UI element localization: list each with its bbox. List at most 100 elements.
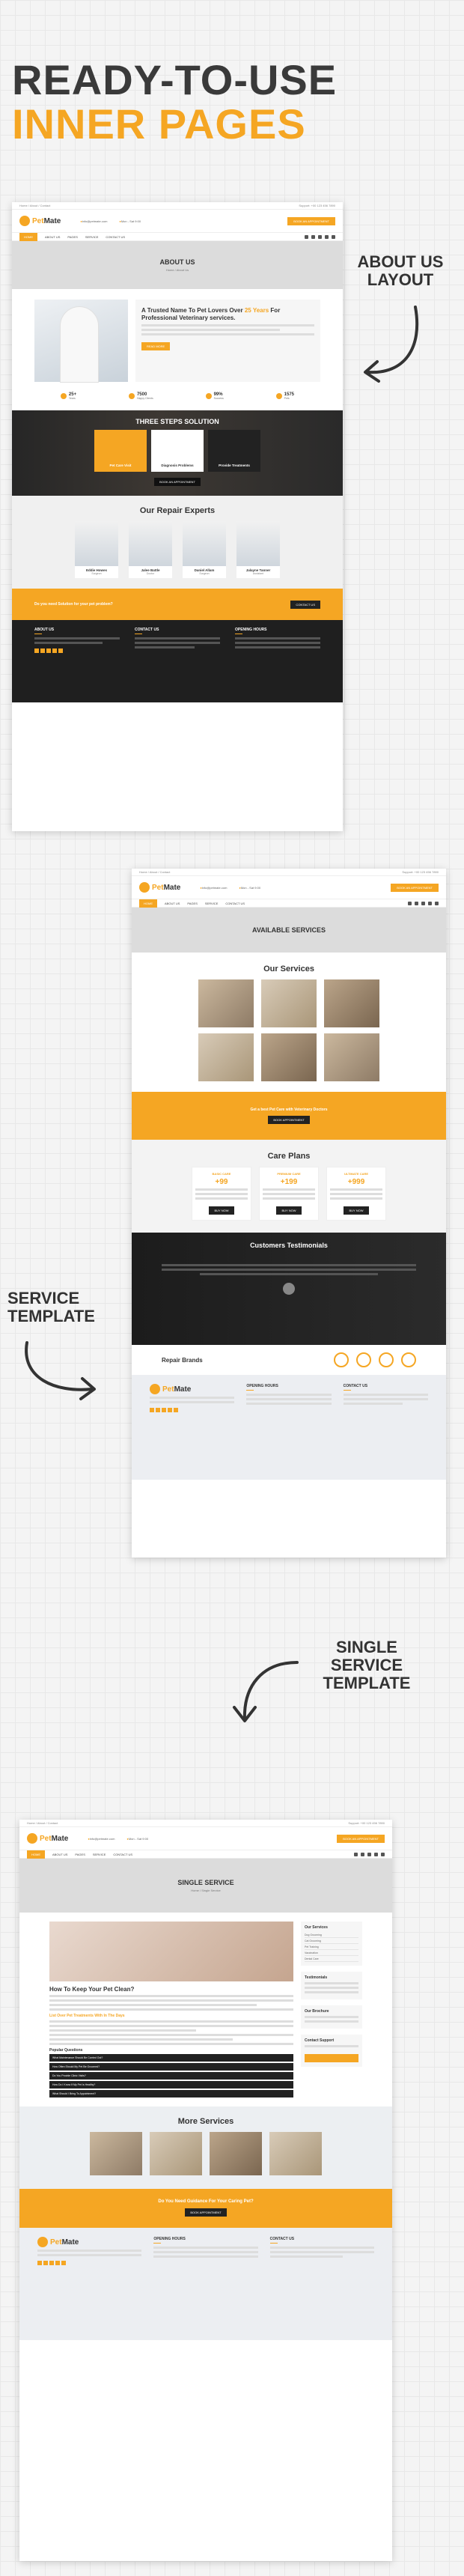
expert-card[interactable]: Daniel Allam Surgeon bbox=[183, 521, 226, 578]
faq-item[interactable]: Do You Provide Clinic Visits? bbox=[49, 2072, 293, 2080]
three-steps-section: THREE STEPS SOLUTION Pet Care Visit Diag… bbox=[12, 410, 343, 496]
care-plans-section: Care Plans BASIC CARE +99 BUY NOW PREMIUM … bbox=[132, 1140, 446, 1233]
curved-arrow-icon bbox=[233, 1661, 299, 1722]
read-more-button[interactable]: READ MORE bbox=[141, 342, 171, 350]
header-cta-button[interactable]: BOOK AN APPOINTMENT bbox=[337, 1834, 385, 1843]
nav-item-about[interactable]: ABOUT US bbox=[45, 235, 60, 239]
page-heading-band: AVAILABLE SERVICES bbox=[132, 908, 446, 953]
stat-item: 7500 Happy Clients bbox=[128, 392, 153, 400]
top-bar: Home / About / Contact Support: +00 123 4… bbox=[12, 202, 343, 210]
social-icons[interactable] bbox=[354, 1852, 385, 1856]
single-service-label: SINGLE SERVICE TEMPLATE bbox=[323, 1638, 411, 1693]
nav-item-contact[interactable]: CONTACT US bbox=[106, 235, 125, 239]
header-cta-button[interactable]: BOOK AN APPOINTMENT bbox=[391, 883, 439, 892]
buy-now-button[interactable]: BUY NOW bbox=[276, 1206, 302, 1215]
testimonials-title: Customers Testimonials bbox=[250, 1242, 328, 1249]
service-card-image[interactable] bbox=[90, 2132, 142, 2175]
site-header: PetMate info@petmate.comMon - Sat 9:00 B… bbox=[19, 1827, 392, 1850]
service-card-image[interactable] bbox=[198, 979, 254, 1027]
service-card-image[interactable] bbox=[198, 1033, 254, 1081]
service-banner-button[interactable]: BOOK APPOINTMENT bbox=[268, 1116, 310, 1124]
cta-band: Do you need Solution for your pet proble… bbox=[12, 589, 343, 620]
page-heading-band: ABOUT US Home / About Us bbox=[12, 241, 343, 289]
nav-item-home[interactable]: HOME bbox=[139, 899, 157, 908]
article-heading: How To Keep Your Pet Clean? bbox=[49, 1986, 135, 1993]
expert-card[interactable]: Eddie Howes Surgeon bbox=[75, 521, 118, 578]
stat-item: 1575 Pets bbox=[275, 392, 294, 400]
nav-item-home[interactable]: HOME bbox=[19, 232, 37, 241]
top-bar: Home / About / Contact Support: +00 123 4… bbox=[19, 1820, 392, 1827]
faq-item[interactable]: What Maintenance Should Be Carried Out? bbox=[49, 2054, 293, 2062]
page-title: SINGLE SERVICE bbox=[177, 1879, 234, 1886]
article-subheading: List Over Pet Treatments With In The Day… bbox=[49, 2014, 125, 2018]
header-cta-button[interactable]: BOOK AN APPOINTMENT bbox=[287, 216, 335, 225]
about-intro: A Trusted Name To Pet Lovers Over 25 Yea… bbox=[12, 289, 343, 386]
sidebar-link[interactable]: Cat Grooming bbox=[305, 1938, 358, 1944]
nav-item-pages[interactable]: PAGES bbox=[187, 902, 198, 905]
nav-item-service[interactable]: SERVICE bbox=[205, 902, 219, 905]
nav-item-about[interactable]: ABOUT US bbox=[165, 902, 180, 905]
sidebar-link[interactable]: Dental Care bbox=[305, 1956, 358, 1962]
service-card-image[interactable] bbox=[324, 1033, 379, 1081]
service-card-image[interactable] bbox=[150, 2132, 202, 2175]
faq-item[interactable]: What Should I Bring To Appointment? bbox=[49, 2090, 293, 2097]
buy-now-button[interactable]: BUY NOW bbox=[344, 1206, 369, 1215]
nav-item-pages[interactable]: PAGES bbox=[67, 235, 78, 239]
brands-title: Repair Brands bbox=[162, 1356, 203, 1364]
cta-band-title: Do You Need Guidance For Your Caring Pet… bbox=[158, 2199, 254, 2204]
expert-card[interactable]: Jalee Battle Doctor bbox=[129, 521, 172, 578]
site-logo[interactable]: PetMate bbox=[27, 1833, 68, 1844]
faq-heading: Popular Questions bbox=[49, 2048, 83, 2053]
single-service-content: How To Keep Your Pet Clean? List Over Pe… bbox=[19, 1913, 392, 2106]
social-icons[interactable] bbox=[305, 234, 335, 239]
site-logo[interactable]: PetMate bbox=[139, 882, 180, 893]
steps-title: THREE STEPS SOLUTION bbox=[135, 418, 219, 425]
header-contacts: info@petmate.comMon - Sat 9:00 bbox=[186, 886, 385, 890]
service-hero-image bbox=[49, 1922, 293, 1981]
sidebar-link[interactable]: Vaccination bbox=[305, 1950, 358, 1956]
cta-band-button[interactable]: CONTACT US bbox=[290, 600, 320, 609]
site-logo[interactable]: PetMate bbox=[19, 216, 61, 226]
nav-item-contact[interactable]: CONTACT US bbox=[113, 1853, 132, 1856]
nav-item-service[interactable]: SERVICE bbox=[93, 1853, 106, 1856]
service-card-image[interactable] bbox=[269, 2132, 322, 2175]
service-card-image[interactable] bbox=[210, 2132, 262, 2175]
top-bar: Home / About / Contact Support: +00 123 4… bbox=[132, 869, 446, 876]
social-icons[interactable] bbox=[408, 901, 439, 905]
breadcrumb[interactable]: Home / About Us bbox=[166, 268, 189, 272]
service-card-image[interactable] bbox=[261, 979, 317, 1027]
steps-cta-button[interactable]: BOOK AN APPOINTMENT bbox=[154, 478, 201, 486]
stat-item: 99% Success bbox=[205, 392, 224, 400]
more-services-section: More Services bbox=[19, 2106, 392, 2189]
nav-item-about[interactable]: ABOUT US bbox=[52, 1853, 67, 1856]
nav-item-contact[interactable]: CONTACT US bbox=[225, 902, 245, 905]
sidebar-link[interactable]: Dog Grooming bbox=[305, 1932, 358, 1938]
about-text-box: A Trusted Name To Pet Lovers Over 25 Yea… bbox=[135, 300, 320, 382]
step-card: Pet Care Visit bbox=[94, 430, 147, 472]
service-card-image[interactable] bbox=[324, 979, 379, 1027]
header-contacts: info@petmate.comMon - Sat 9:00 bbox=[74, 1837, 331, 1841]
faq-item[interactable]: How Often Should My Pet Be Groomed? bbox=[49, 2063, 293, 2071]
nav-item-pages[interactable]: PAGES bbox=[75, 1853, 85, 1856]
sidebar: Our Services Dog Grooming Cat Grooming P… bbox=[301, 1922, 362, 2097]
curved-arrow-icon bbox=[25, 1341, 96, 1400]
plan-card: BASIC CARE +99 BUY NOW bbox=[192, 1167, 251, 1221]
stat-item: 25+ Years bbox=[60, 392, 76, 400]
main-nav: HOME ABOUT US PAGES SERVICE CONTACT US bbox=[132, 899, 446, 908]
faq-item[interactable]: How Do I Know If My Pet Is Healthy? bbox=[49, 2081, 293, 2089]
breadcrumb[interactable]: Home / Single Service bbox=[191, 1889, 221, 1892]
page-title: ABOUT US bbox=[159, 258, 195, 266]
expert-card[interactable]: Jalayne Tanner Assistant bbox=[236, 521, 280, 578]
faq-list: What Maintenance Should Be Carried Out? … bbox=[49, 2054, 293, 2097]
header-contacts: info@petmate.comMon - Sat 9:00 bbox=[67, 219, 281, 223]
nav-item-service[interactable]: SERVICE bbox=[85, 235, 99, 239]
service-card-image[interactable] bbox=[261, 1033, 317, 1081]
sidebar-link[interactable]: Pet Training bbox=[305, 1944, 358, 1950]
experts-title: Our Repair Experts bbox=[139, 506, 216, 515]
cta-band-button[interactable]: BOOK APPOINTMENT bbox=[185, 2208, 227, 2217]
vet-with-dog-image bbox=[34, 300, 128, 382]
step-card: Diagnosis Problems bbox=[151, 430, 204, 472]
nav-item-home[interactable]: HOME bbox=[27, 1850, 45, 1859]
care-plans-title: Care Plans bbox=[267, 1152, 311, 1161]
buy-now-button[interactable]: BUY NOW bbox=[209, 1206, 234, 1215]
